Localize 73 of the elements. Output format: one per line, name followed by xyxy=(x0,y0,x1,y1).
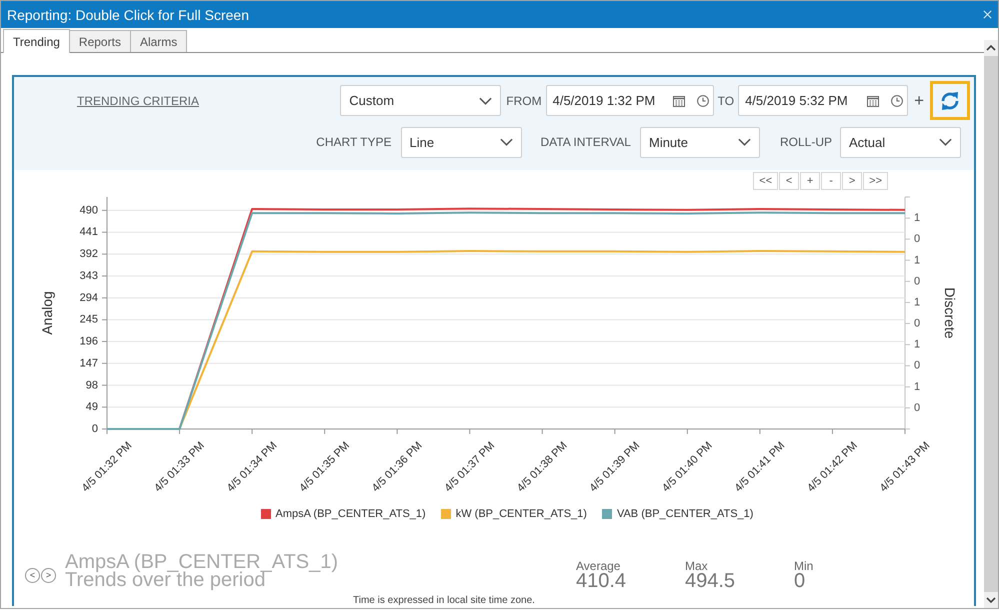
data-interval-dropdown[interactable]: Minute xyxy=(640,126,760,158)
summary-title: AmpsA (BP_CENTER_ATS_1) xyxy=(65,553,338,571)
chart-nav-button[interactable]: + xyxy=(800,172,820,190)
y-tick-label: 98 xyxy=(86,379,98,392)
y-tick-label: 49 xyxy=(86,401,98,414)
chart-nav-button[interactable]: - xyxy=(821,172,842,190)
y-tick-label: 294 xyxy=(80,292,98,304)
legend-label: VAB (BP_CENTER_ATS_1) xyxy=(616,508,754,520)
previous-button[interactable]: < xyxy=(25,568,40,583)
caret-icon xyxy=(939,138,952,146)
stat-value: 494.5 xyxy=(685,572,736,590)
chart-nav-button[interactable]: << xyxy=(753,172,778,190)
from-label: FROM xyxy=(506,94,542,108)
y-tick-label: 392 xyxy=(80,248,98,260)
stat-label: Max xyxy=(685,560,709,572)
chart-type-label: CHART TYPE xyxy=(316,135,392,149)
secondary-tick-label: 1 xyxy=(914,338,920,351)
secondary-tick-label: 1 xyxy=(914,296,920,308)
stat-label: Min xyxy=(794,560,814,572)
refresh-button[interactable] xyxy=(930,81,970,120)
caret-icon xyxy=(479,96,492,104)
add-button[interactable]: + xyxy=(914,92,924,109)
y-axis-title: Analog xyxy=(39,291,55,335)
clock-icon[interactable] xyxy=(891,94,904,106)
clock-icon[interactable] xyxy=(696,94,709,106)
y-tick-label: 245 xyxy=(80,314,98,326)
secondary-tick-label: 0 xyxy=(914,318,920,330)
criteria-link[interactable]: TRENDING CRITERIA xyxy=(77,94,200,108)
caret-icon xyxy=(738,138,751,146)
tab[interactable]: Alarms xyxy=(130,30,188,52)
secondary-tick-label: 0 xyxy=(914,360,920,372)
scrollbar[interactable] xyxy=(984,40,998,608)
secondary-tick-label: 0 xyxy=(914,402,920,414)
next-button[interactable]: > xyxy=(41,568,56,583)
secondary-axis-title: Discrete xyxy=(942,287,958,339)
caret-icon xyxy=(500,138,513,146)
secondary-tick-label: 0 xyxy=(914,233,920,246)
legend-label: AmpsA (BP_CENTER_ATS_1) xyxy=(276,508,426,520)
chart-nav-button[interactable]: >> xyxy=(863,172,888,190)
roll-up-label: ROLL-UP xyxy=(780,135,832,149)
window-title: Reporting: Double Click for Full Screen xyxy=(7,6,249,22)
calendar-icon[interactable] xyxy=(867,94,880,106)
to-label: TO xyxy=(718,94,734,108)
date-field[interactable]: 4/5/2019 1:32 PM xyxy=(546,85,714,116)
chart-type-dropdown[interactable]: Line xyxy=(400,126,522,158)
y-tick-label: 0 xyxy=(92,423,98,435)
chevron-down-icon[interactable] xyxy=(984,592,998,608)
y-tick-label: 490 xyxy=(80,204,98,216)
secondary-tick-label: 1 xyxy=(914,254,920,266)
summary-subtitle: Trends over the period xyxy=(65,571,266,589)
y-tick-label: 343 xyxy=(80,270,98,282)
y-tick-label: 147 xyxy=(80,357,98,370)
y-tick-label: 196 xyxy=(80,336,98,348)
timezone-note: Time is expressed in local site time zone. xyxy=(353,595,536,606)
close-icon[interactable] xyxy=(983,10,992,19)
tab[interactable]: Trending xyxy=(3,29,70,53)
calendar-icon[interactable] xyxy=(672,94,685,106)
tab[interactable]: Reports xyxy=(68,30,131,52)
secondary-tick-label: 1 xyxy=(914,212,920,224)
chart-nav-button[interactable]: < xyxy=(779,172,800,190)
range-dropdown[interactable]: Custom xyxy=(340,85,502,116)
chart-nav-button[interactable]: > xyxy=(842,172,862,190)
chevron-up-icon[interactable] xyxy=(984,40,998,56)
secondary-tick-label: 0 xyxy=(914,275,920,288)
stat-label: Average xyxy=(576,560,622,572)
roll-up-dropdown[interactable]: Actual xyxy=(840,126,961,158)
secondary-tick-label: 1 xyxy=(914,380,920,393)
date-field[interactable]: 4/5/2019 5:32 PM xyxy=(738,85,908,116)
legend-label: kW (BP_CENTER_ATS_1) xyxy=(456,508,587,520)
y-tick-label: 441 xyxy=(80,226,98,238)
data-interval-label: DATA INTERVAL xyxy=(540,135,631,149)
stat-value: 0 xyxy=(794,572,806,590)
stat-value: 410.4 xyxy=(576,572,628,590)
